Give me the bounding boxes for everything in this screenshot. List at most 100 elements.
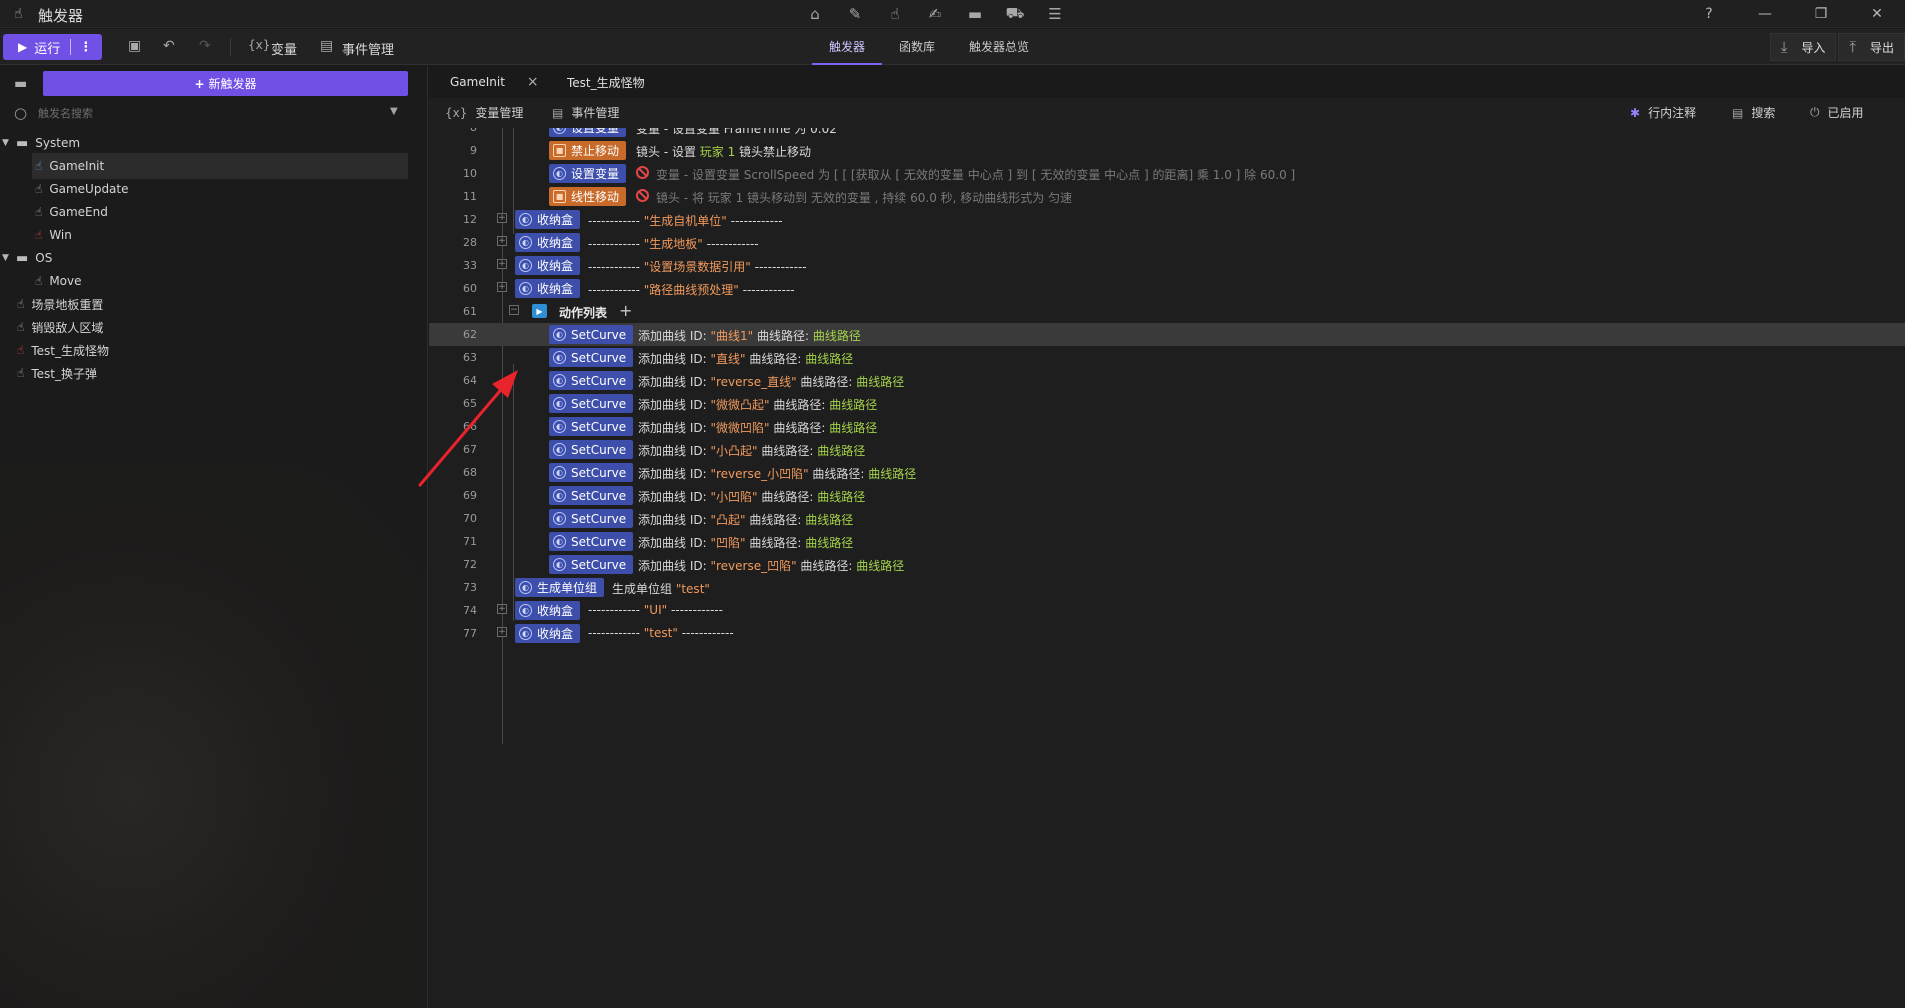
code-row[interactable]: 73 ◐ 生成单位组 生成单位组 "test" bbox=[429, 576, 1905, 599]
code-row[interactable]: 67 ◐ SetCurve 添加曲线 ID: "小凸起" 曲线路径: 曲线路径 bbox=[429, 438, 1905, 461]
expand-icon[interactable]: + bbox=[497, 627, 507, 637]
setcurve-tag[interactable]: ◐ SetCurve bbox=[549, 486, 634, 505]
code-row[interactable]: 71 ◐ SetCurve 添加曲线 ID: "凹陷" 曲线路径: 曲线路径 bbox=[429, 530, 1905, 553]
action-tag[interactable]: ■ 禁止移动 bbox=[549, 141, 627, 160]
code-row[interactable]: 9 ■ 禁止移动 镜头 - 设置 玩家 1 镜头禁止移动 bbox=[429, 139, 1905, 162]
search-input[interactable] bbox=[38, 103, 378, 123]
trigger-node-icon: ◐ bbox=[519, 604, 532, 617]
minimize-icon[interactable]: — bbox=[1737, 0, 1793, 28]
setcurve-tag[interactable]: ◐ SetCurve bbox=[549, 417, 634, 436]
events-button[interactable]: 事件管理 bbox=[342, 39, 394, 58]
tab-trigger-overview[interactable]: 触发器总览 bbox=[952, 29, 1046, 65]
save-icon[interactable]: ▣ bbox=[128, 38, 141, 54]
variables-button[interactable]: 变量 bbox=[271, 39, 297, 58]
collapse-icon[interactable]: − bbox=[509, 305, 519, 315]
comment-star-icon: ✱ bbox=[1630, 105, 1641, 120]
box-tag[interactable]: ◐ 收纳盒 bbox=[515, 210, 581, 229]
action-tag[interactable]: ◐设置变量 bbox=[549, 164, 627, 183]
expand-icon[interactable]: + bbox=[497, 282, 507, 292]
main-toolbar: ▶ 运行 ⋮ ▣ ↶ ↷ {x} 变量 ▤ 事件管理 触发器 函数库 触发器总览… bbox=[0, 29, 1905, 65]
close-icon[interactable]: ✕ bbox=[1849, 0, 1905, 28]
trigger-node-icon: ◐ bbox=[553, 489, 566, 502]
document-icon[interactable]: ☰ bbox=[1042, 2, 1068, 26]
setcurve-tag[interactable]: ◐ SetCurve bbox=[549, 532, 634, 551]
box-tag[interactable]: ◐ 收纳盒 bbox=[515, 233, 581, 252]
code-row[interactable]: 8 ◐设置变量 变量 - 设置变量 FrameTime 为 0.02 bbox=[429, 128, 1905, 139]
close-icon[interactable]: × bbox=[527, 74, 539, 90]
search-button[interactable]: ▤ 搜索 bbox=[1732, 104, 1775, 121]
action-tag[interactable]: ◐ 生成单位组 bbox=[515, 578, 605, 597]
setcurve-tag[interactable]: ◐ SetCurve bbox=[549, 463, 634, 482]
run-button[interactable]: ▶ 运行 ⋮ bbox=[3, 34, 102, 60]
code-row[interactable]: 70 ◐ SetCurve 添加曲线 ID: "凸起" 曲线路径: 曲线路径 bbox=[429, 507, 1905, 530]
undo-icon[interactable]: ↶ bbox=[163, 38, 175, 54]
box-tag[interactable]: ◐ 收纳盒 bbox=[515, 256, 581, 275]
expand-icon[interactable]: + bbox=[497, 213, 507, 223]
trigger-node-icon: ◐ bbox=[553, 351, 566, 364]
code-row[interactable]: 61 − ▶ 动作列表 + bbox=[429, 300, 1905, 323]
expand-icon[interactable]: + bbox=[497, 604, 507, 614]
code-row[interactable]: 28 + ◐ 收纳盒 ------------ "生成地板" ----------… bbox=[429, 231, 1905, 254]
setcurve-tag[interactable]: ◐ SetCurve bbox=[549, 440, 634, 459]
more-options-icon[interactable]: ⋮ bbox=[79, 40, 92, 55]
setcurve-tag[interactable]: ◐ SetCurve bbox=[549, 325, 634, 344]
box-tag[interactable]: ◐ 收纳盒 bbox=[515, 624, 581, 643]
caret-down-icon[interactable]: ▼ bbox=[2, 138, 16, 148]
code-row[interactable]: 66 ◐ SetCurve 添加曲线 ID: "微微凹陷" 曲线路径: 曲线路径 bbox=[429, 415, 1905, 438]
tab-triggers[interactable]: 触发器 bbox=[812, 29, 883, 65]
hand-icon: ☝ bbox=[17, 320, 25, 334]
setcurve-tag[interactable]: ◐ SetCurve bbox=[549, 371, 634, 390]
trigger-node-icon: ◐ bbox=[553, 512, 566, 525]
enabled-toggle[interactable]: ⏻ 已启用 bbox=[1810, 104, 1864, 121]
setcurve-tag[interactable]: ◐ SetCurve bbox=[549, 394, 634, 413]
note-icon[interactable]: ✍ bbox=[922, 2, 948, 26]
code-row[interactable]: 64 ◐ SetCurve 添加曲线 ID: "reverse_直线" 曲线路径: 曲… bbox=[429, 369, 1905, 392]
action-tag[interactable]: ◐设置变量 bbox=[549, 128, 627, 137]
setcurve-tag[interactable]: ◐ SetCurve bbox=[549, 348, 634, 367]
setcurve-tag[interactable]: ◐ SetCurve bbox=[549, 555, 634, 574]
import-button[interactable]: ⤓ 导入 bbox=[1769, 33, 1837, 61]
code-row[interactable]: 68 ◐ SetCurve 添加曲线 ID: "reverse_小凹陷" 曲线路径: … bbox=[429, 461, 1905, 484]
box-tag[interactable]: ◐ 收纳盒 bbox=[515, 601, 581, 620]
code-row[interactable]: 11 ■ 线性移动 镜头 - 将 玩家 1 镜头移动到 无效的变量 , 持续 60… bbox=[429, 185, 1905, 208]
code-row[interactable]: 62 ◐ SetCurve 添加曲线 ID: "曲线1" 曲线路径: 曲线路径 bbox=[429, 323, 1905, 346]
setcurve-tag[interactable]: ◐ SetCurve bbox=[549, 509, 634, 528]
caret-down-icon[interactable]: ▼ bbox=[2, 253, 16, 263]
edit-icon[interactable]: ✎ bbox=[842, 2, 868, 26]
tab-test-spawn-monster[interactable]: Test_生成怪物 bbox=[567, 66, 645, 98]
tab-function-library[interactable]: 函数库 bbox=[882, 29, 952, 65]
add-action-button[interactable]: + bbox=[619, 301, 632, 320]
home-icon[interactable]: ⌂ bbox=[802, 2, 828, 26]
hand-icon: ☝ bbox=[17, 366, 25, 380]
expand-icon[interactable]: + bbox=[497, 259, 507, 269]
code-row[interactable]: 10 ◐ 设置变量 变量 - 设置变量 ScrollSpeed 为 [ [ [获取… bbox=[429, 162, 1905, 185]
code-row[interactable]: 77 + ◐ 收纳盒 ------------ "test" ----------… bbox=[429, 622, 1905, 645]
event-manager-button[interactable]: ▤ 事件管理 bbox=[552, 104, 619, 121]
folder-icon[interactable]: ▬ bbox=[962, 2, 988, 26]
new-trigger-button[interactable]: + 新触发器 bbox=[43, 71, 408, 96]
code-row[interactable]: 12 + ◐ 收纳盒 ------------ "生成自机单位" --------… bbox=[429, 208, 1905, 231]
code-row[interactable]: 65 ◐ SetCurve 添加曲线 ID: "微微凸起" 曲线路径: 曲线路径 bbox=[429, 392, 1905, 415]
code-row[interactable]: 63 ◐ SetCurve 添加曲线 ID: "直线" 曲线路径: 曲线路径 bbox=[429, 346, 1905, 369]
code-row[interactable]: 33 + ◐ 收纳盒 ------------ "设置场景数据引用" ------… bbox=[429, 254, 1905, 277]
code-row[interactable]: 72 ◐ SetCurve 添加曲线 ID: "reverse_凹陷" 曲线路径: 曲… bbox=[429, 553, 1905, 576]
restore-icon[interactable]: ❐ bbox=[1793, 0, 1849, 28]
cart-icon[interactable]: ⛟ bbox=[1002, 2, 1028, 26]
redo-icon[interactable]: ↷ bbox=[199, 38, 211, 54]
code-row[interactable]: 60 + ◐ 收纳盒 ------------ "路径曲线预处理" -------… bbox=[429, 277, 1905, 300]
variable-manager-button[interactable]: {x} 变量管理 bbox=[445, 104, 523, 121]
inline-comment-button[interactable]: ✱ 行内注释 bbox=[1630, 104, 1696, 121]
tab-gameinit[interactable]: GameInit × bbox=[450, 66, 539, 98]
folder-icon[interactable]: ▬ bbox=[14, 76, 27, 92]
box-tag[interactable]: ◐ 收纳盒 bbox=[515, 279, 581, 298]
code-row[interactable]: 74 + ◐ 收纳盒 ------------ "UI" ------------ bbox=[429, 599, 1905, 622]
help-icon[interactable]: ? bbox=[1681, 0, 1737, 28]
action-tag[interactable]: ■ 线性移动 bbox=[549, 187, 627, 206]
code-row[interactable]: 69 ◐ SetCurve 添加曲线 ID: "小凹陷" 曲线路径: 曲线路径 bbox=[429, 484, 1905, 507]
expand-icon[interactable]: + bbox=[497, 236, 507, 246]
tree-item-test-change-bullet[interactable]: ☝ Test_换子弹 bbox=[14, 360, 408, 386]
hand-icon[interactable]: ☝ bbox=[882, 2, 908, 26]
chevron-down-icon[interactable]: ▼ bbox=[390, 106, 398, 117]
export-button[interactable]: ⤒ 导出 bbox=[1838, 33, 1905, 61]
search-row: ○ ▼ bbox=[0, 100, 427, 126]
